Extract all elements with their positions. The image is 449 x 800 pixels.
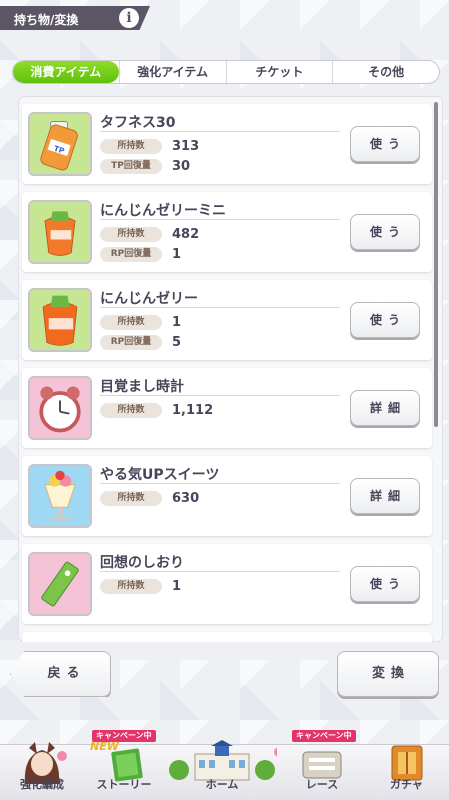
carrot-jelly-mini-icon bbox=[28, 200, 92, 264]
stat-row: RP回復量 5 bbox=[100, 333, 181, 351]
stat-row: 所持数 482 bbox=[100, 225, 199, 243]
info-icon[interactable]: i bbox=[119, 8, 139, 28]
stat-label: RP回復量 bbox=[100, 334, 162, 350]
nav-enhance-formation[interactable]: 強化編成 bbox=[0, 736, 84, 800]
nav-label: ストーリー bbox=[96, 778, 152, 791]
item-name: 目覚まし時計 bbox=[100, 379, 184, 395]
nav-label: レース bbox=[305, 778, 339, 791]
list-item: にんじんゼリーミニ 所持数 482 RP回復量 1 使う bbox=[22, 192, 432, 272]
stat-label: TP回復量 bbox=[100, 158, 162, 174]
divider bbox=[100, 131, 340, 132]
stat-row: 所持数 1,112 bbox=[100, 401, 213, 419]
nav-gacha[interactable]: ガチャ bbox=[364, 736, 449, 800]
stat-row: 所持数 1 bbox=[100, 577, 181, 595]
item-list[interactable]: TP タフネス30 所持数 313 TP回復量 30 使う にんじんゼリーミニ … bbox=[18, 96, 443, 642]
stat-value: 482 bbox=[172, 226, 200, 242]
stat-row: 所持数 313 bbox=[100, 137, 199, 155]
stat-label: 所持数 bbox=[100, 138, 162, 154]
convert-button[interactable]: 変換 bbox=[337, 651, 439, 697]
list-item: やる気UPスイーツ 所持数 630 詳細 bbox=[22, 456, 432, 536]
use-button[interactable]: 使う bbox=[350, 302, 420, 338]
tab-other[interactable]: その他 bbox=[332, 61, 439, 83]
nav-home[interactable]: ホーム bbox=[164, 736, 280, 800]
bookmark-icon bbox=[28, 552, 92, 616]
category-tabs: 消費アイテム 強化アイテム チケット その他 bbox=[12, 60, 440, 84]
stat-row: 所持数 1 bbox=[100, 313, 181, 331]
new-badge: NEW bbox=[90, 740, 119, 753]
tab-consumables[interactable]: 消費アイテム bbox=[13, 61, 119, 83]
nav-label: ホーム bbox=[205, 778, 239, 791]
divider bbox=[100, 483, 340, 484]
nav-label: ガチャ bbox=[390, 778, 423, 791]
stat-label: 所持数 bbox=[100, 314, 162, 330]
stat-label: 所持数 bbox=[100, 578, 162, 594]
stat-value: 630 bbox=[172, 490, 200, 506]
stat-value: 1 bbox=[172, 246, 182, 262]
back-button[interactable]: 戻る bbox=[10, 651, 111, 697]
bottom-nav: 強化編成 キャンペーン中 NEW ストーリー ホーム キャンペーン中 レース ガ… bbox=[0, 730, 449, 800]
scrollbar[interactable] bbox=[434, 102, 438, 427]
nav-story[interactable]: キャンペーン中 NEW ストーリー bbox=[84, 730, 164, 800]
item-name: やる気UPスイーツ bbox=[100, 467, 220, 483]
parfait-icon bbox=[28, 464, 92, 528]
carrot-jelly-icon bbox=[28, 288, 92, 352]
tab-tickets[interactable]: チケット bbox=[225, 61, 333, 83]
stat-label: RP回復量 bbox=[100, 246, 162, 262]
list-item: にんじんゼリー 所持数 1 RP回復量 5 使う bbox=[22, 280, 432, 360]
item-name: 回想のしおり bbox=[100, 555, 184, 571]
details-button[interactable]: 詳細 bbox=[350, 478, 420, 514]
stat-row: RP回復量 1 bbox=[100, 245, 181, 263]
item-name: タフネス30 bbox=[100, 115, 176, 131]
tab-enhancement-items[interactable]: 強化アイテム bbox=[118, 61, 226, 83]
stat-value: 5 bbox=[172, 334, 182, 350]
use-button[interactable]: 使う bbox=[350, 566, 420, 602]
stat-label: 所持数 bbox=[100, 490, 162, 506]
stat-value: 30 bbox=[172, 158, 191, 174]
stat-value: 1,112 bbox=[172, 402, 214, 418]
item-name: にんじんゼリーミニ bbox=[100, 203, 226, 219]
use-button[interactable]: 使う bbox=[350, 214, 420, 250]
use-button[interactable]: 使う bbox=[350, 126, 420, 162]
stat-value: 313 bbox=[172, 138, 200, 154]
list-item: 回想のしおり 所持数 1 使う bbox=[22, 544, 432, 624]
divider bbox=[100, 307, 340, 308]
list-item: 目覚まし時計 所持数 1,112 詳細 bbox=[22, 368, 432, 448]
stat-value: 1 bbox=[172, 578, 182, 594]
divider bbox=[100, 219, 340, 220]
stat-value: 1 bbox=[172, 314, 182, 330]
divider bbox=[100, 571, 340, 572]
alarm-clock-icon bbox=[28, 376, 92, 440]
list-item: TP タフネス30 所持数 313 TP回復量 30 使う bbox=[22, 104, 432, 184]
divider bbox=[100, 395, 340, 396]
tp-bottle-icon: TP bbox=[28, 112, 92, 176]
stat-label: 所持数 bbox=[100, 402, 162, 418]
details-button[interactable]: 詳細 bbox=[350, 390, 420, 426]
nav-race[interactable]: キャンペーン中 レース bbox=[280, 730, 364, 800]
stat-label: 所持数 bbox=[100, 226, 162, 242]
nav-label: 強化編成 bbox=[20, 778, 64, 791]
stat-row: 所持数 630 bbox=[100, 489, 199, 507]
stat-row: TP回復量 30 bbox=[100, 157, 190, 175]
list-item-partial bbox=[22, 632, 432, 642]
item-name: にんじんゼリー bbox=[100, 291, 198, 307]
